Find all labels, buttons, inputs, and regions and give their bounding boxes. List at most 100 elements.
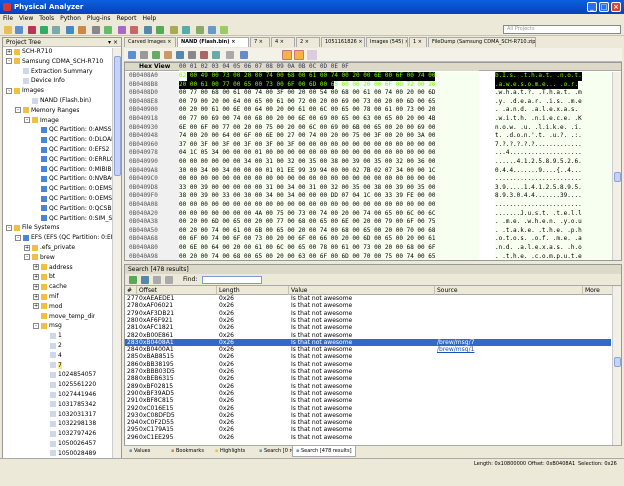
- hex-ascii[interactable]: n.o.w. .u. .l.i.k.e. .i.: [495, 124, 582, 133]
- result-row[interactable]: 294 0xC0F2D55 0x26 Is that not awesome: [125, 419, 611, 426]
- result-row[interactable]: 277 0xAEAEDE1 0x26 Is that not awesome: [125, 295, 611, 302]
- project-search-input[interactable]: All Projects: [503, 25, 621, 34]
- tree-node[interactable]: QC Partition: 0:QCSBL: [33, 204, 115, 213]
- extract-icon[interactable]: [40, 26, 48, 34]
- result-row[interactable]: 279 0xAF3DB21 0x26 Is that not awesome: [125, 310, 611, 317]
- hex-bytes[interactable]: 00 00 00 00 00 00 34 00 31 00 32 00 35 0…: [179, 158, 435, 167]
- tree-node[interactable]: 1031785342: [42, 400, 96, 409]
- bottom-tab-1[interactable]: ▪ Bookmarks: [168, 446, 207, 457]
- tree-node[interactable]: - Image: [24, 116, 59, 125]
- tree-node[interactable]: Device Info: [15, 76, 65, 85]
- bookmark-icon[interactable]: [170, 26, 178, 34]
- hex-ascii[interactable]: .......J.u.s.t. .t.e.l.l: [495, 210, 582, 219]
- layout-split-icon[interactable]: [307, 50, 317, 60]
- goto-icon[interactable]: [152, 51, 160, 59]
- result-row[interactable]: 296 0xC1EE295 0x26 Is that not awesome: [125, 434, 611, 441]
- tab-1[interactable]: NAND (Flash.bin) ×: [177, 37, 249, 47]
- maximize-button[interactable]: □: [599, 2, 609, 12]
- column-header-source[interactable]: Source: [435, 286, 583, 295]
- tab-8[interactable]: FileDump (Samsung CDMA_SCH-R710.zip) ×: [428, 37, 536, 47]
- tab-close-icon[interactable]: ×: [403, 39, 407, 45]
- format-icon[interactable]: [176, 51, 184, 59]
- result-row[interactable]: 290 0xBF39AD5 0x26 Is that not awesome: [125, 390, 611, 397]
- tree-node[interactable]: 1050026457: [42, 439, 96, 448]
- tree-scroll-thumb[interactable]: [114, 56, 121, 176]
- hex-bytes[interactable]: 00 77 00 68 00 61 00 74 00 3F 00 20 00 5…: [179, 89, 435, 98]
- collapse-icon[interactable]: -: [15, 107, 21, 114]
- expand-icon[interactable]: +: [33, 283, 39, 290]
- export-results-icon[interactable]: [129, 276, 137, 284]
- report-icon[interactable]: [28, 26, 36, 34]
- hex-ascii[interactable]: .y. .d.e.a.r. .i.s. .m.e: [495, 98, 582, 107]
- result-row[interactable]: 283 0xB0408A1 0x26 Is that not awesome/brew…: [125, 338, 611, 347]
- hex-ascii[interactable]: .a.w.e.s.o.m.e... .o.r.: [495, 80, 579, 90]
- tree-node[interactable]: 1: [42, 331, 62, 340]
- tree-node[interactable]: + bt: [33, 272, 55, 281]
- tree-node[interactable]: + cache: [33, 282, 67, 291]
- collapse-icon[interactable]: -: [24, 117, 30, 124]
- open-icon[interactable]: [4, 26, 12, 34]
- hex-ascii[interactable]: .w.i.t.h. .n.i.e.c.e. .K: [495, 115, 582, 124]
- tab-close-icon[interactable]: ×: [257, 39, 263, 45]
- hex-ascii[interactable]: t. .d.o.n.'.t. .u.?. .:.: [495, 132, 582, 141]
- hex-bytes[interactable]: 00 00 00 00 00 00 00 4A 00 75 00 73 00 7…: [179, 210, 435, 219]
- find-icon[interactable]: [164, 51, 172, 59]
- menu-item-report[interactable]: Report: [114, 14, 140, 24]
- tab-2[interactable]: 7 ×: [250, 37, 270, 47]
- layout-text-icon[interactable]: [294, 50, 304, 60]
- next-icon[interactable]: [165, 276, 173, 284]
- bottom-tab-2[interactable]: ▪ Highlights: [212, 446, 248, 457]
- tree-node[interactable]: + mif: [33, 292, 59, 301]
- bottom-tab-0[interactable]: ▪ Values: [126, 446, 153, 457]
- tree-node[interactable]: QC Partition: 0:OEMSBL1: [33, 184, 121, 193]
- result-row[interactable]: 293 0xC08DFD5 0x26 Is that not awesome: [125, 412, 611, 419]
- python-icon[interactable]: [118, 26, 126, 34]
- tab-close-icon[interactable]: ×: [416, 39, 422, 45]
- tab-close-icon[interactable]: ×: [230, 39, 235, 45]
- collapse-icon[interactable]: -: [6, 224, 12, 231]
- tree-node[interactable]: QC Partition: 0:EFS2: [33, 145, 109, 154]
- result-row[interactable]: 288 0xBEB6315 0x26 Is that not awesome: [125, 375, 611, 382]
- collapse-icon[interactable]: -: [6, 87, 12, 94]
- result-row[interactable]: 295 0xC179A15 0x26 Is that not awesome: [125, 426, 611, 433]
- result-row[interactable]: 280 0xAF6F921 0x26 Is that not awesome: [125, 317, 611, 324]
- column-header-more[interactable]: More: [583, 286, 613, 295]
- hex-bytes[interactable]: 00 77 00 69 00 74 00 68 00 20 00 6E 00 6…: [179, 115, 435, 124]
- collapse-icon[interactable]: -: [33, 322, 39, 329]
- tab-0[interactable]: Carved Images ×: [124, 37, 176, 47]
- tree-node[interactable]: 1032031317: [42, 410, 96, 419]
- result-row[interactable]: 289 0xBF02815 0x26 Is that not awesome: [125, 383, 611, 390]
- collapse-icon[interactable]: -: [6, 58, 12, 65]
- hex-bytes[interactable]: 00 20 00 74 00 68 00 65 00 20 00 63 00 6…: [179, 253, 435, 260]
- tab-close-icon[interactable]: ×: [166, 39, 171, 45]
- expand-icon[interactable]: +: [33, 303, 39, 310]
- tab-3[interactable]: 4 ×: [271, 37, 295, 47]
- hex-bytes[interactable]: 6E 00 6F 00 77 00 20 00 75 00 20 00 6C 0…: [179, 124, 435, 133]
- tree-node[interactable]: - Samsung CDMA_SCH-R710: [6, 57, 103, 66]
- column-header-value[interactable]: Value: [289, 286, 435, 295]
- hex-ascii[interactable]: ........................: [495, 175, 582, 184]
- hex-ascii[interactable]: 0.4.4.......9....{..4...: [495, 167, 582, 176]
- hex-bytes[interactable]: 00 6E 00 64 00 20 00 61 00 6C 00 65 00 7…: [179, 244, 435, 253]
- expand-icon[interactable]: +: [24, 244, 30, 251]
- hex-bytes[interactable]: 74 00 20 00 64 00 6F 00 6E 00 27 00 74 0…: [179, 132, 435, 141]
- menu-item-view[interactable]: View: [16, 14, 36, 24]
- hex-ascii[interactable]: ........................: [495, 201, 582, 210]
- tree-node[interactable]: - msg: [33, 321, 62, 330]
- save-icon[interactable]: [15, 26, 23, 34]
- result-row[interactable]: 282 0xB00E861 0x26 Is that not awesome: [125, 332, 611, 339]
- tree-node[interactable]: - EFS (EFS (QC Partition: 0:EFS: [15, 233, 118, 242]
- home-icon[interactable]: [220, 26, 228, 34]
- tree-node[interactable]: + .efs_private: [24, 243, 75, 252]
- tree-scrollbar[interactable]: [112, 48, 121, 467]
- result-row[interactable]: 284 0xB0400A1 0x26 Is that not awesome/brew…: [125, 346, 611, 353]
- tab-close-icon[interactable]: ×: [278, 39, 284, 45]
- results-scrollbar[interactable]: [612, 287, 621, 445]
- result-row[interactable]: 285 0xBAB8515 0x26 Is that not awesome: [125, 353, 611, 360]
- column-header-offset[interactable]: Offset: [137, 286, 217, 295]
- hex-bytes[interactable]: 37 00 3F 00 3F 00 3F 00 3F 00 3F 00 00 0…: [179, 141, 435, 150]
- hex-bytes[interactable]: 00 00 00 00 00 00 00 00 00 00 00 00 00 0…: [179, 175, 435, 184]
- export-icon[interactable]: [182, 26, 190, 34]
- plugin-icon[interactable]: [92, 26, 100, 34]
- hex-ascii[interactable]: 8.9.3.0.4.4.......39....: [495, 192, 582, 201]
